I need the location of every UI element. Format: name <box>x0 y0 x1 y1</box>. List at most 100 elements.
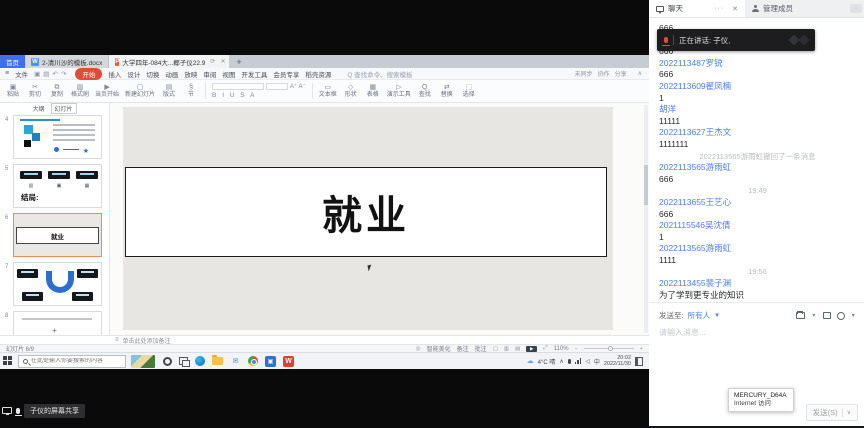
volume-icon[interactable]: ◁ <box>585 358 590 365</box>
panel-handle[interactable] <box>850 4 862 13</box>
toolbar-剪切[interactable]: ✂剪切 <box>27 84 43 99</box>
zoom-in-button[interactable]: + <box>640 346 643 352</box>
screenshot-icon[interactable] <box>823 312 831 319</box>
chrome-icon[interactable] <box>248 356 258 366</box>
save-icon[interactable]: ▣ <box>34 71 40 78</box>
send-button[interactable]: 发送(S) ∨ <box>806 404 858 421</box>
weather-widget[interactable] <box>131 355 155 368</box>
menu-开发工具[interactable]: 开发工具 <box>241 72 267 79</box>
slideshow-play-button[interactable]: ▶ <box>526 346 537 352</box>
command-search-hint[interactable]: Q 查找命令、搜索模板 <box>347 69 412 79</box>
chat-message-input[interactable] <box>659 328 856 337</box>
toolbar-表格[interactable]: ▦表格 <box>365 84 381 99</box>
taskbar-search[interactable] <box>18 355 126 368</box>
wps-icon[interactable]: W <box>283 356 294 367</box>
menu-插入[interactable]: 插入 <box>108 72 121 79</box>
toolbar-演示工具[interactable]: ▷演示工具 <box>387 84 411 99</box>
menu-会员专享[interactable]: 会员专享 <box>273 72 299 79</box>
add-slide-button[interactable]: + <box>0 326 109 335</box>
ime-indicator[interactable]: 中 <box>594 357 600 366</box>
slide-thumbnail-5[interactable]: 5▥▣▦结局: <box>13 164 102 208</box>
toolbar-版式[interactable]: ▤版式 <box>161 84 177 99</box>
sorter-view-icon[interactable]: ▥ <box>504 346 509 352</box>
toolbar-选择[interactable]: ⬚选择 <box>461 84 477 99</box>
edge-icon[interactable] <box>195 356 205 366</box>
slide-title-box[interactable]: 就业 <box>125 167 607 257</box>
task-view-icon[interactable] <box>179 357 188 365</box>
font-resize-buttons[interactable]: A⁺ A⁻ <box>290 83 306 90</box>
notes-bar[interactable]: ≡ 单击此处添加备注 <box>0 335 649 344</box>
meeting-app-icon[interactable]: ▣ <box>265 356 276 367</box>
send-to-selector[interactable]: 所有人 <box>688 310 711 321</box>
action-未同步[interactable]: 未同步 <box>575 72 593 78</box>
document-tab[interactable]: W 2-清川沙的模板.docx <box>25 55 109 68</box>
action-分享[interactable]: 分享 <box>615 72 627 78</box>
file-menu[interactable]: 文件 <box>15 69 28 79</box>
fit-slide-icon[interactable]: ⤢ <box>543 345 547 352</box>
slide-thumbnail-4[interactable]: 4★ <box>13 115 102 159</box>
ribbon-collapse-icon[interactable]: ∧ <box>638 70 642 77</box>
menu-审阅[interactable]: 审阅 <box>203 72 216 79</box>
undo-icon[interactable]: ↶ <box>52 71 57 78</box>
font-family-select[interactable] <box>212 83 264 90</box>
send-options-caret-icon[interactable]: ∨ <box>847 409 851 416</box>
toolbar-格式刷[interactable]: ▨格式刷 <box>71 84 89 99</box>
toolbar-查找[interactable]: Q查找 <box>417 84 433 99</box>
toolbar-节[interactable]: §节 <box>183 84 199 99</box>
taskbar-clock[interactable]: 20:02 2022/11/30 <box>604 355 631 367</box>
toolbar-文本框[interactable]: ▭文本框 <box>319 84 337 99</box>
tab-slides[interactable]: 幻灯片 <box>51 103 77 114</box>
mail-icon[interactable]: ✉ <box>230 356 241 367</box>
tray-weather[interactable]: 4°C 晴 <box>538 357 556 366</box>
font-size-select[interactable] <box>266 83 288 90</box>
wps-home-tab[interactable]: 首页 <box>0 55 25 68</box>
beautify-icon[interactable]: ◎ <box>416 346 421 352</box>
tray-mic-icon[interactable] <box>568 359 571 364</box>
tab-manage-members[interactable]: 管理成员 <box>745 0 849 17</box>
toolbar-新建幻灯片[interactable]: ▢新建幻灯片 <box>125 84 155 99</box>
toolbar-粘贴[interactable]: ▣粘贴 <box>5 84 21 99</box>
file-folder-icon[interactable] <box>796 312 805 319</box>
network-icon[interactable] <box>575 358 582 364</box>
presentation-tab-active[interactable]: P 大学四年-084大...椰子仪22.9 ⟳ ✕ <box>109 55 229 68</box>
redo-icon[interactable]: ↷ <box>61 71 66 78</box>
chat-message-list[interactable]: 666张忠伟6662022113487罗锐6662022113609翟凤楠1胡洋… <box>649 18 864 302</box>
tray-expand-icon[interactable]: ∧ <box>559 358 563 365</box>
menu-放映[interactable]: 放映 <box>184 72 197 79</box>
menu-稻壳资源[interactable]: 稻壳资源 <box>305 72 331 79</box>
toolbar-形状[interactable]: ◇形状 <box>343 84 359 99</box>
print-icon[interactable]: ▤ <box>43 71 49 78</box>
menu-视图[interactable]: 视图 <box>222 72 235 79</box>
emoji-caret-icon[interactable]: ▼ <box>851 313 856 319</box>
canvas-scrollbar[interactable] <box>644 105 648 333</box>
tab-outline[interactable]: 大纲 <box>32 104 44 113</box>
file-explorer-icon[interactable] <box>212 357 223 365</box>
zoom-slider-thumb[interactable] <box>608 346 613 351</box>
notification-center-icon[interactable] <box>635 357 643 366</box>
new-tab-button[interactable]: + <box>229 55 248 68</box>
hamburger-icon[interactable]: ≡ <box>5 70 9 77</box>
start-button[interactable] <box>3 356 13 366</box>
chat-more-button[interactable]: ··· <box>714 5 724 12</box>
folder-caret-icon[interactable]: ▼ <box>811 313 816 319</box>
text-format-buttons[interactable]: B I U S A <box>212 92 256 99</box>
slide-thumbnail-6[interactable]: 6就业 <box>13 213 102 257</box>
zoom-slider[interactable] <box>584 348 634 350</box>
emoji-icon[interactable] <box>837 312 845 320</box>
normal-view-icon[interactable]: ▢ <box>493 346 498 352</box>
toolbar-复制[interactable]: ⧉复制 <box>49 84 65 99</box>
slide-surface[interactable]: 就业 <box>123 107 613 330</box>
tab-close-icon[interactable]: ✕ <box>220 58 225 65</box>
action-协作[interactable]: 协作 <box>598 72 610 78</box>
taskbar-search-input[interactable] <box>31 358 121 364</box>
zoom-out-button[interactable]: − <box>575 346 578 352</box>
cortana-icon[interactable] <box>163 357 172 366</box>
slide-thumbnail-7[interactable]: 7 <box>13 262 102 306</box>
send-to-caret-icon[interactable]: ▼ <box>714 313 720 319</box>
menu-设计[interactable]: 设计 <box>127 72 140 79</box>
menu-start[interactable]: 开始 <box>75 68 102 80</box>
tab-chat[interactable]: 聊天 ··· ✕ <box>649 0 745 17</box>
menu-切换[interactable]: 切换 <box>146 72 159 79</box>
reading-view-icon[interactable]: ▤ <box>515 346 520 352</box>
toolbar-替换[interactable]: ⇄替换 <box>439 84 455 99</box>
